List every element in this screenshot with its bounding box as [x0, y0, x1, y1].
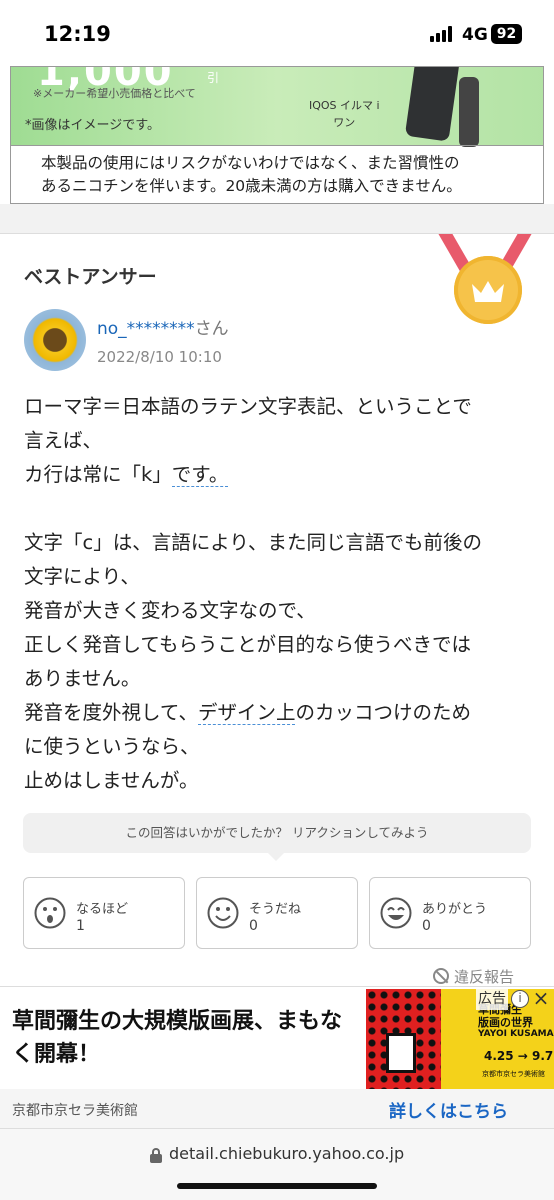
report-link[interactable]: 違反報告	[433, 966, 514, 987]
ad-headline[interactable]: 草間彌生の大規模版画展、まもなく開幕！	[12, 1005, 357, 1071]
top-ad-banner[interactable]: 1,000 引 ※メーカー希望小売価格と比べて *画像はイメージです。 IQOS…	[10, 66, 544, 204]
info-icon[interactable]: i	[511, 990, 529, 1008]
ad-advertiser: 京都市京セラ美術館	[12, 1103, 138, 1119]
ad-image-title-line: 版画の世界	[478, 1016, 533, 1029]
answer-line: 文字により、	[24, 565, 140, 588]
answer-line: 正しく発音してもらうことが目的なら使うべきでは	[24, 633, 471, 656]
answer-line: 言えば、	[24, 429, 103, 452]
lock-icon	[150, 1148, 162, 1163]
answer-line: 発音を度外視して、デザイン上のカッコつけのため	[24, 696, 534, 730]
home-indicator[interactable]	[177, 1183, 377, 1189]
reaction-naruhodo-button[interactable]: なるほど 1	[23, 877, 185, 949]
report-label[interactable]: 違反報告	[454, 968, 514, 986]
artwork-frame	[386, 1033, 416, 1073]
keyword-link[interactable]: デザイン上	[197, 701, 296, 725]
ad-image-dates: 4.25 → 9.7	[484, 1049, 554, 1063]
reaction-count: 0	[422, 918, 431, 934]
ad-cta-link[interactable]: 詳しくはこちら	[389, 1097, 508, 1122]
best-answer-title: ベストアンサー	[24, 266, 157, 288]
ad-image-note: *画像はイメージです。	[25, 118, 160, 133]
ad-price-unit: 引	[207, 71, 220, 85]
bottom-ad[interactable]: 草間彌生の大規模版画展、まもなく開幕！ 草間彌生 版画の世界 YAYOI KUS…	[0, 986, 554, 1129]
medal-crown-icon	[438, 234, 532, 328]
grin-face-icon	[380, 897, 412, 929]
status-time: 12:19	[44, 22, 111, 46]
ad-image-venue: 京都市京セラ美術館	[482, 1070, 545, 1078]
warning-line: 本製品の使用にはリスクがないわけではなく、また習慣性の	[41, 154, 460, 172]
keyword-link[interactable]: です。	[171, 463, 229, 487]
answer-line: に使うというなら、	[24, 735, 200, 758]
ad-product-name-line: ワン	[333, 116, 356, 129]
answer-text: 発音を度外視して、	[24, 701, 198, 724]
reaction-count: 0	[249, 918, 258, 934]
device-image	[459, 77, 479, 147]
answer-text: カ行は常に「k」	[24, 463, 172, 486]
answer-line: 発音が大きく変わる文字なので、	[24, 599, 316, 622]
reaction-label: ありがとう	[422, 902, 488, 917]
battery-icon: 92	[491, 24, 522, 44]
signal-strength-icon	[430, 26, 456, 42]
ad-badge: 広告	[476, 988, 508, 1010]
answer-line: 止めはしませんが。	[24, 769, 199, 792]
device-image	[404, 67, 462, 142]
user-name-suffix: さん	[194, 319, 229, 339]
answer-body: ローマ字＝日本語のラテン文字表記、ということで 言えば、 カ行は常に「k」です。…	[24, 390, 534, 798]
reaction-soudane-button[interactable]: そうだね 0	[196, 877, 358, 949]
reaction-prompt: この回答はいかがでしたか？ リアクションしてみよう	[23, 813, 531, 861]
smile-face-icon	[207, 897, 239, 929]
reaction-arigatou-button[interactable]: ありがとう 0	[369, 877, 531, 949]
surprised-face-icon	[34, 897, 66, 929]
reaction-label: そうだね	[249, 902, 302, 917]
warning-line: あるニコチンを伴います。20歳未満の方は購入できません。	[41, 177, 462, 195]
answer-line: カ行は常に「k」です。	[24, 458, 534, 492]
ad-image: 1,000 引 ※メーカー希望小売価格と比べて *画像はイメージです。 IQOS…	[11, 67, 543, 147]
answer-date: 2022/8/10 10:10	[97, 348, 222, 366]
ad-health-warning: 本製品の使用にはリスクがないわけではなく、また習慣性の あるニコチンを伴います。…	[11, 145, 543, 203]
answer-line: 文字「c」は、言語により、また同じ言語でも前後の	[24, 531, 483, 554]
ad-image-subtitle: YAYOI KUSAMA	[478, 1029, 554, 1039]
prohibited-icon	[433, 968, 449, 984]
answer-line: ありません。	[24, 667, 141, 690]
ad-product-name: IQOS イルマ i ワン	[309, 97, 380, 131]
avatar[interactable]	[24, 309, 86, 371]
answer-line: ローマ字＝日本語のラテン文字表記、ということで	[24, 395, 472, 418]
section-divider	[0, 204, 554, 234]
browser-url-bar[interactable]: detail.chiebukuro.yahoo.co.jp	[0, 1128, 554, 1200]
answer-text: のカッコつけのため	[295, 701, 471, 724]
user-name[interactable]: no_********	[97, 319, 195, 339]
network-type: 4G	[462, 25, 488, 45]
reaction-label: なるほど	[76, 902, 129, 917]
close-icon[interactable]: ×	[532, 988, 550, 1008]
ad-note: ※メーカー希望小売価格と比べて	[33, 87, 196, 100]
ad-footer[interactable]: 京都市京セラ美術館 詳しくはこちら	[0, 1089, 554, 1129]
url-text[interactable]: detail.chiebukuro.yahoo.co.jp	[169, 1144, 404, 1163]
user-name-link[interactable]: no_********さん	[97, 314, 229, 339]
ad-product-name-line: IQOS イルマ i	[309, 99, 380, 112]
reaction-count: 1	[76, 918, 85, 934]
status-bar: 12:19 4G 92	[0, 0, 554, 66]
